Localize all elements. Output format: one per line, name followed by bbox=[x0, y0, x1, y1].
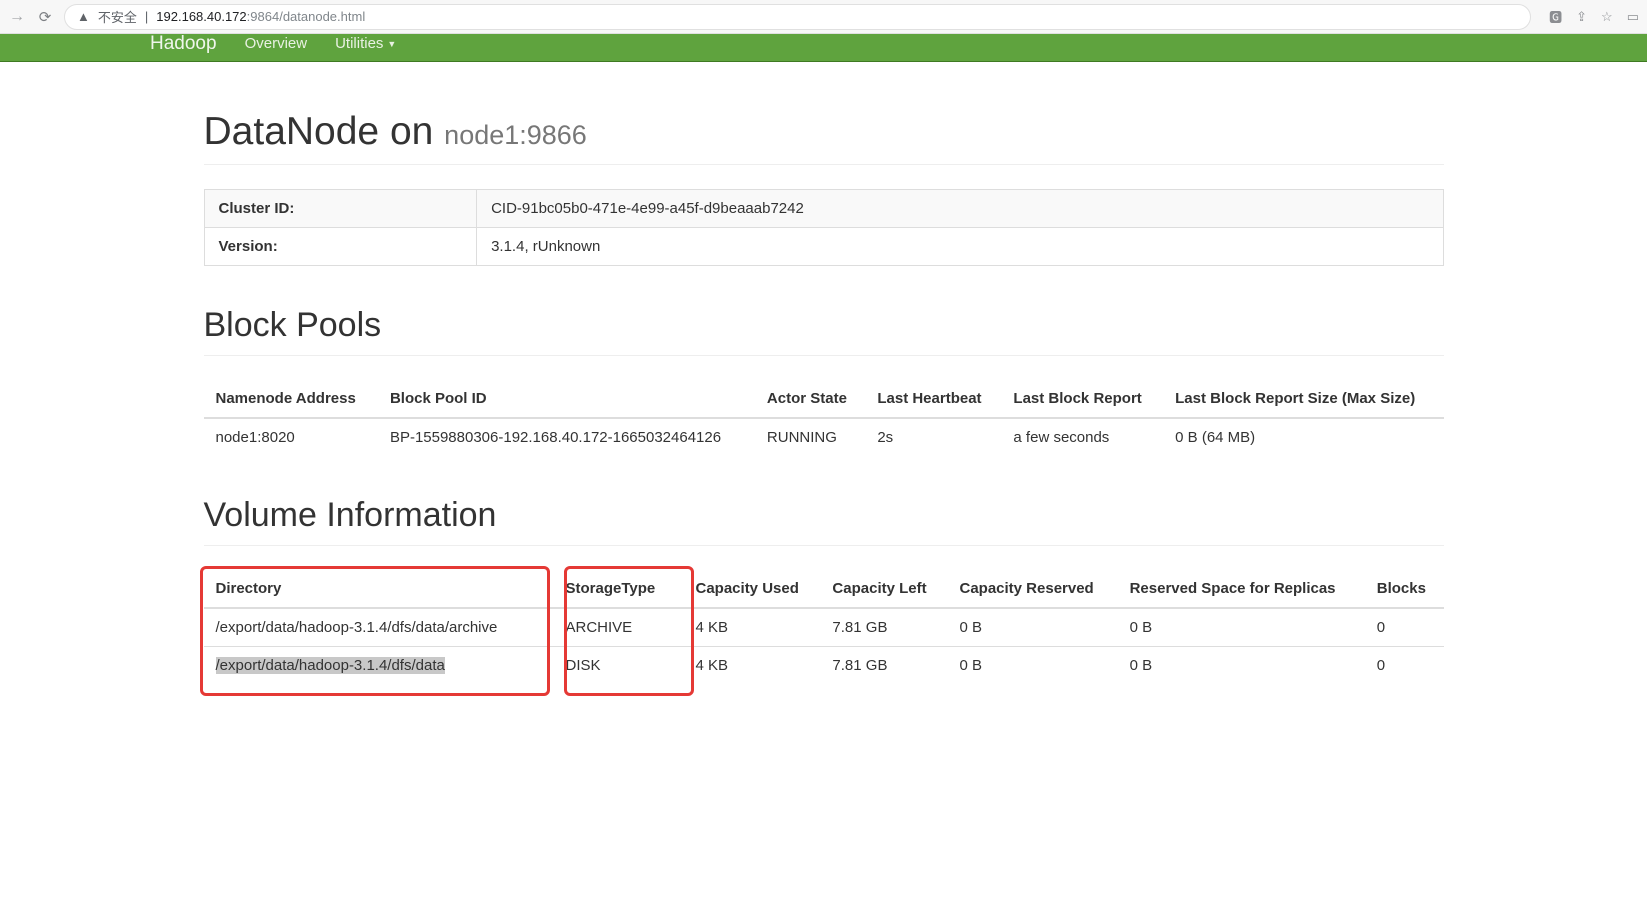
nav-overview-label: Overview bbox=[245, 39, 308, 49]
version-row: Version: 3.1.4, rUnknown bbox=[204, 228, 1443, 266]
reader-icon[interactable]: ▭ bbox=[1627, 9, 1639, 25]
bookmark-star-icon[interactable]: ☆ bbox=[1601, 9, 1613, 25]
cell-resrepl: 0 B bbox=[1118, 608, 1365, 647]
col-actor: Actor State bbox=[755, 380, 865, 418]
volume-info-table: Directory StorageType Capacity Used Capa… bbox=[204, 570, 1444, 684]
col-bpid: Block Pool ID bbox=[378, 380, 755, 418]
cell-blocks: 0 bbox=[1365, 647, 1444, 685]
volume-info-heading: Volume Information bbox=[204, 496, 1444, 546]
chevron-down-icon: ▼ bbox=[387, 39, 396, 49]
cell-resrepl: 0 B bbox=[1118, 647, 1365, 685]
url-host: 192.168.40.172 bbox=[156, 9, 246, 24]
nav-utilities[interactable]: Utilities ▼ bbox=[335, 39, 396, 49]
col-blockreport: Last Block Report bbox=[1001, 380, 1163, 418]
chrome-right-icons: 🅶 ⇪ ☆ ▭ bbox=[1549, 7, 1639, 26]
nav-utilities-label: Utilities bbox=[335, 39, 383, 49]
col-blocks: Blocks bbox=[1365, 570, 1444, 608]
cell-capres: 0 B bbox=[947, 647, 1117, 685]
cell-storagetype: ARCHIVE bbox=[554, 608, 684, 647]
block-pools-heading: Block Pools bbox=[204, 306, 1444, 356]
table-row: /export/data/hadoop-3.1.4/dfs/data DISK … bbox=[204, 647, 1444, 685]
volume-header-row: Directory StorageType Capacity Used Capa… bbox=[204, 570, 1444, 608]
volume-table-wrapper: Directory StorageType Capacity Used Capa… bbox=[204, 570, 1444, 684]
cluster-info-table: Cluster ID: CID-91bc05b0-471e-4e99-a45f-… bbox=[204, 189, 1444, 266]
url-text: 192.168.40.172:9864/datanode.html bbox=[156, 9, 365, 24]
table-row: /export/data/hadoop-3.1.4/dfs/data/archi… bbox=[204, 608, 1444, 647]
forward-arrow-icon[interactable]: → bbox=[8, 8, 26, 26]
cell-blockreportsize: 0 B (64 MB) bbox=[1163, 418, 1443, 456]
browser-chrome: → ⟳ ▲ 不安全 | 192.168.40.172:9864/datanode… bbox=[0, 0, 1647, 34]
cell-capused: 4 KB bbox=[684, 647, 821, 685]
cell-actor: RUNNING bbox=[755, 418, 865, 456]
cell-heartbeat: 2s bbox=[865, 418, 1001, 456]
col-directory: Directory bbox=[204, 570, 554, 608]
page-title: DataNode on node1:9866 bbox=[204, 110, 587, 153]
col-capused: Capacity Used bbox=[684, 570, 821, 608]
cell-directory: /export/data/hadoop-3.1.4/dfs/data bbox=[204, 647, 554, 685]
table-row: node1:8020 BP-1559880306-192.168.40.172-… bbox=[204, 418, 1444, 456]
page-title-host: node1:9866 bbox=[444, 120, 587, 150]
nav-overview[interactable]: Overview bbox=[245, 39, 308, 49]
page-title-prefix: DataNode on bbox=[204, 110, 445, 153]
insecure-warning-icon: ▲ bbox=[77, 9, 90, 24]
block-pools-table: Namenode Address Block Pool ID Actor Sta… bbox=[204, 380, 1444, 456]
cell-blockreport: a few seconds bbox=[1001, 418, 1163, 456]
translate-icon[interactable]: 🅶 bbox=[1549, 7, 1562, 26]
cluster-id-value: CID-91bc05b0-471e-4e99-a45f-d9beaaab7242 bbox=[477, 190, 1443, 228]
cell-blocks: 0 bbox=[1365, 608, 1444, 647]
cell-capused: 4 KB bbox=[684, 608, 821, 647]
url-port: :9864 bbox=[247, 9, 280, 24]
version-label: Version: bbox=[204, 228, 477, 266]
highlighted-path: /export/data/hadoop-3.1.4/dfs/data bbox=[216, 657, 445, 674]
col-namenode: Namenode Address bbox=[204, 380, 378, 418]
cluster-id-row: Cluster ID: CID-91bc05b0-471e-4e99-a45f-… bbox=[204, 190, 1443, 228]
brand-label[interactable]: Hadoop bbox=[150, 39, 217, 49]
col-capres: Capacity Reserved bbox=[947, 570, 1117, 608]
insecure-label: 不安全 bbox=[98, 7, 137, 26]
version-value: 3.1.4, rUnknown bbox=[477, 228, 1443, 266]
url-path: /datanode.html bbox=[279, 9, 365, 24]
col-resrepl: Reserved Space for Replicas bbox=[1118, 570, 1365, 608]
cluster-id-label: Cluster ID: bbox=[204, 190, 477, 228]
cell-capres: 0 B bbox=[947, 608, 1117, 647]
app-navbar: Hadoop Overview Utilities ▼ bbox=[0, 34, 1647, 62]
address-bar[interactable]: ▲ 不安全 | 192.168.40.172:9864/datanode.htm… bbox=[64, 4, 1531, 30]
insecure-separator: | bbox=[145, 9, 148, 24]
cell-bpid: BP-1559880306-192.168.40.172-16650324641… bbox=[378, 418, 755, 456]
col-storagetype: StorageType bbox=[554, 570, 684, 608]
block-pools-header-row: Namenode Address Block Pool ID Actor Sta… bbox=[204, 380, 1444, 418]
cell-capleft: 7.81 GB bbox=[820, 647, 947, 685]
share-icon[interactable]: ⇪ bbox=[1576, 9, 1587, 25]
reload-icon[interactable]: ⟳ bbox=[36, 8, 54, 26]
cell-storagetype: DISK bbox=[554, 647, 684, 685]
cell-directory: /export/data/hadoop-3.1.4/dfs/data/archi… bbox=[204, 608, 554, 647]
page-container: DataNode on node1:9866 Cluster ID: CID-9… bbox=[184, 62, 1464, 724]
cell-namenode: node1:8020 bbox=[204, 418, 378, 456]
col-heartbeat: Last Heartbeat bbox=[865, 380, 1001, 418]
col-capleft: Capacity Left bbox=[820, 570, 947, 608]
cell-capleft: 7.81 GB bbox=[820, 608, 947, 647]
col-blockreportsize: Last Block Report Size (Max Size) bbox=[1163, 380, 1443, 418]
page-header: DataNode on node1:9866 bbox=[204, 62, 1444, 165]
